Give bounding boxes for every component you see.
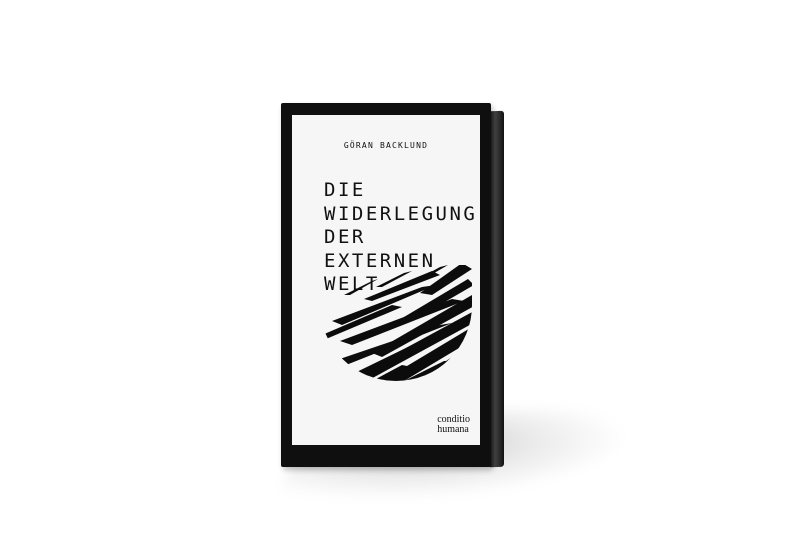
title-line: DIE xyxy=(324,179,366,201)
publisher-logo: conditio humana xyxy=(437,415,470,435)
title-line: DER xyxy=(324,226,366,248)
book: GÖRAN BACKLUND DIE WIDERLEGUNG DER EXTER… xyxy=(281,103,504,469)
author-name: GÖRAN BACKLUND xyxy=(343,141,429,150)
title-line: WIDERLEGUNG xyxy=(324,202,478,225)
book-spine xyxy=(490,110,504,468)
shattered-circle-illustration xyxy=(322,265,472,381)
product-mockup-scene: GÖRAN BACKLUND DIE WIDERLEGUNG DER EXTER… xyxy=(0,0,800,533)
publisher-line: humana xyxy=(437,424,469,435)
book-cover: GÖRAN BACKLUND DIE WIDERLEGUNG DER EXTER… xyxy=(281,103,491,467)
cover-panel: GÖRAN BACKLUND DIE WIDERLEGUNG DER EXTER… xyxy=(292,115,480,445)
